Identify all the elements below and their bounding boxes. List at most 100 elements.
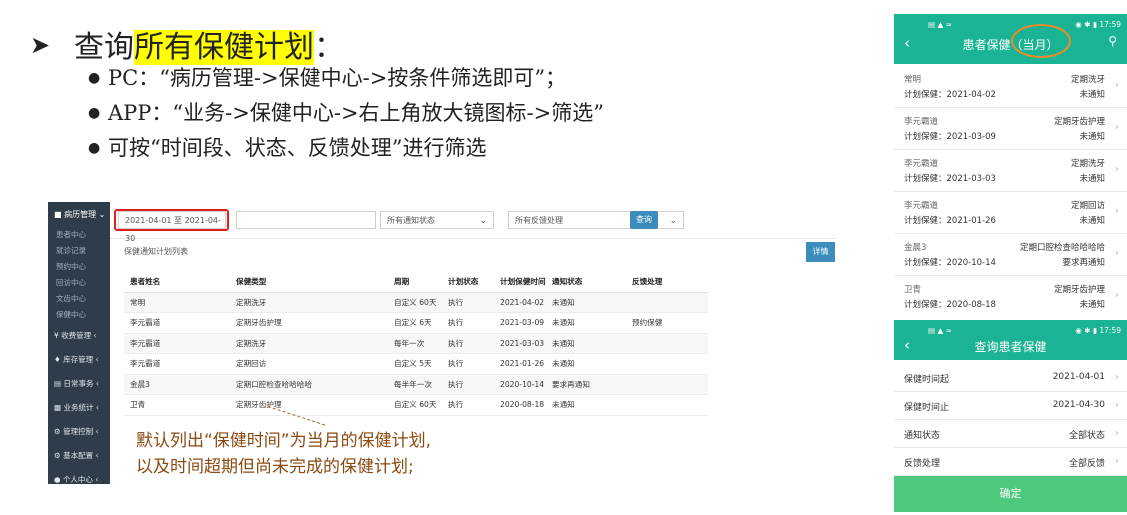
table-row[interactable]: 常明 定期洗牙 自定义 60天 执行 2021-04-02 未通知 <box>124 292 708 313</box>
table-row[interactable]: 李元霸道 定期洗牙 每年一次 执行 2021-03-03 未通知 <box>124 333 708 354</box>
query-button[interactable]: 查询 <box>630 211 658 229</box>
phone-title-bar: ▤ ▲ ≈ ◉ ✱ ▮ 17:59 ‹ 患者保健（当月） ⚲ <box>894 14 1127 64</box>
list-item[interactable]: 李元霸道 计划保健：2021-03-03 定期洗牙 未通知 › <box>894 150 1127 192</box>
bullet-text: APP：“业务->保健中心->右上角放大镜图标->筛选” <box>108 101 604 125</box>
sidebar-menu[interactable]: ⚙ 管理控制 ‹ <box>54 426 99 437</box>
sidebar-subitem[interactable]: 预约中心 <box>56 261 86 272</box>
list-title: 保健通知计划列表 <box>124 247 188 256</box>
notify-status: 未通知 <box>1079 300 1105 310</box>
sidebar-subitem[interactable]: 保健中心 <box>56 309 86 320</box>
detail-button[interactable]: 详情 <box>806 242 835 262</box>
list-item[interactable]: 李元霸道 计划保健：2021-03-09 定期牙齿护理 未通知 › <box>894 108 1127 150</box>
filter-row[interactable]: 保健时间止 2021-04-30 › <box>894 392 1127 420</box>
table-cell: 每年一次 <box>394 338 425 348</box>
sidebar-subitem[interactable]: 文齿中心 <box>56 293 86 304</box>
care-type: 定期回访 <box>1070 201 1105 211</box>
table-header-cell: 患者姓名 <box>130 277 161 286</box>
chevron-right-icon: › <box>1114 398 1119 411</box>
table-header-cell: 通知状态 <box>552 277 583 286</box>
filter-row[interactable]: 保健时间起 2021-04-01 › <box>894 364 1127 392</box>
care-type: 定期洗牙 <box>1070 159 1105 169</box>
filter-value: 全部状态 <box>1068 431 1105 441</box>
notify-status: 未通知 <box>1079 216 1105 226</box>
table-cell: 自定义 60天 <box>394 297 437 307</box>
list-item[interactable]: 金晨3 计划保健：2020-10-14 定期口腔检查哈哈哈哈 要求再通知 › <box>894 234 1127 276</box>
notify-status-select[interactable]: 所有通知状态 ⌄ <box>380 211 494 229</box>
table-cell: 李元霸道 <box>130 338 161 348</box>
list-item[interactable]: 卫青 计划保健：2020-08-18 定期牙齿护理 未通知 › <box>894 276 1127 310</box>
bullet-dot-icon: ● <box>88 105 101 121</box>
table-cell: 2021-01-26 <box>500 359 545 368</box>
filter-row[interactable]: 反馈处理 全部反馈 › <box>894 448 1127 476</box>
notify-status: 未通知 <box>1079 174 1105 184</box>
table-header-cell: 计划状态 <box>448 277 479 286</box>
filter-row[interactable]: 通知状态 全部状态 › <box>894 420 1127 448</box>
heading-prefix: 查询 <box>74 30 134 65</box>
note-line: 以及时间超期但尚未完成的保健计划; <box>136 457 414 477</box>
search-icon[interactable]: ⚲ <box>1108 34 1117 48</box>
plan-date: 计划保健：2020-10-14 <box>904 258 996 268</box>
sidebar-item-records[interactable]: ■ 病历管理 ⌄ <box>54 209 105 220</box>
table-header-cell: 反馈处理 <box>632 277 663 286</box>
list-item[interactable]: 李元霸道 计划保健：2021-01-26 定期回访 未通知 › <box>894 192 1127 234</box>
table-row[interactable]: 卫青 定期牙齿护理 自定义 60天 执行 2020-08-18 未通知 <box>124 395 708 416</box>
table-cell: 2021-04-02 <box>500 297 545 307</box>
chevron-right-icon: › <box>1114 120 1119 133</box>
care-type: 定期洗牙 <box>1070 75 1105 85</box>
table-cell: 预约保健 <box>632 318 663 327</box>
phone-title-bar: ▤ ▲ ≈ ◉ ✱ ▮ 17:59 ‹ 查询患者保健 <box>894 320 1127 360</box>
sidebar-menu[interactable]: ¥ 收费管理 ‹ <box>54 330 97 341</box>
table-cell: 卫青 <box>130 400 146 409</box>
sidebar-subitem[interactable]: 患者中心 <box>56 229 86 240</box>
filter-label: 通知状态 <box>904 431 941 441</box>
table-row[interactable]: 金晨3 定期口腔检查哈哈哈哈 每半年一次 执行 2020-10-14 要求再通知 <box>124 374 708 395</box>
table-cell: 定期洗牙 <box>236 297 267 307</box>
patient-name: 李元霸道 <box>904 159 939 169</box>
chevron-right-icon: › <box>1114 78 1119 91</box>
sidebar-subitem[interactable]: 就诊记录 <box>56 245 86 256</box>
sidebar-subitem[interactable]: 回访中心 <box>56 277 86 288</box>
sidebar-menu[interactable]: ● 个人中心 ‹ <box>54 474 98 484</box>
sidebar-menu[interactable]: ▩ 业务统计 ‹ <box>54 402 99 413</box>
table-cell: 常明 <box>130 297 146 307</box>
chevron-right-icon: › <box>1114 246 1119 259</box>
list-item[interactable]: 常明 计划保健：2021-04-02 定期洗牙 未通知 › <box>894 66 1127 108</box>
status-time: ◉ ✱ ▮ 17:59 <box>1075 20 1121 29</box>
notify-status: 未通知 <box>1079 90 1105 100</box>
table-cell: 执行 <box>448 338 464 348</box>
filter-label: 保健时间起 <box>904 375 950 385</box>
patient-name: 金晨3 <box>904 243 927 253</box>
filter-label: 保健时间止 <box>904 403 950 413</box>
table-cell: 定期洗牙 <box>236 338 267 348</box>
chevron-right-icon: › <box>1114 370 1119 383</box>
keyword-input[interactable] <box>236 211 376 229</box>
filter-value: 全部反馈 <box>1068 459 1105 469</box>
table-cell: 未通知 <box>552 400 575 409</box>
sidebar-menu[interactable]: ▤ 日常事务 ‹ <box>54 378 99 389</box>
table-cell: 自定义 5天 <box>394 359 432 368</box>
table-cell: 未通知 <box>552 338 575 348</box>
table-cell: 未通知 <box>552 297 575 307</box>
table-cell: 要求再通知 <box>552 379 590 389</box>
sidebar-menu[interactable]: ♦ 库存管理 ‹ <box>54 354 99 365</box>
table-header-cell: 周期 <box>394 277 410 286</box>
chevron-down-icon: ⌄ <box>669 216 677 226</box>
filter-value: 2021-04-30 <box>1052 400 1105 410</box>
phone-list-screen: ▤ ▲ ≈ ◉ ✱ ▮ 17:59 ‹ 患者保健（当月） ⚲ 常明计划保健：20… <box>894 14 1127 310</box>
phone-title: 查询患者保健 <box>974 340 1047 354</box>
bullet-dot-icon: ● <box>88 140 101 156</box>
arrow-bullet-icon: ➤ <box>30 31 51 59</box>
table-cell: 执行 <box>448 359 464 368</box>
confirm-button[interactable]: 确定 <box>894 476 1127 512</box>
status-time: ◉ ✱ ▮ 17:59 <box>1075 326 1121 335</box>
bullet-filter: ● 可按“时间段、状态、反馈处理”进行筛选 <box>88 132 486 162</box>
table-row[interactable]: 李元霸道 定期回访 自定义 5天 执行 2021-01-26 未通知 <box>124 354 708 375</box>
patient-name: 常明 <box>904 75 922 85</box>
plan-date: 计划保健：2021-03-09 <box>904 132 996 142</box>
note-line: 默认列出“保健时间”为当月的保健计划, <box>136 431 432 451</box>
plan-table: 患者姓名 保健类型 周期 计划状态 计划保健时间 通知状态 反馈处理 常明 定期洗牙 自定义 60… <box>124 272 708 416</box>
filter-value: 2021-04-01 <box>1052 372 1105 382</box>
sidebar-menu[interactable]: ⚙ 基本配置 ‹ <box>54 450 99 461</box>
table-cell: 2020-10-14 <box>500 379 545 389</box>
table-row[interactable]: 李元霸道 定期牙齿护理 自定义 6天 执行 2021-03-09 未通知 预约保健 <box>124 313 708 334</box>
